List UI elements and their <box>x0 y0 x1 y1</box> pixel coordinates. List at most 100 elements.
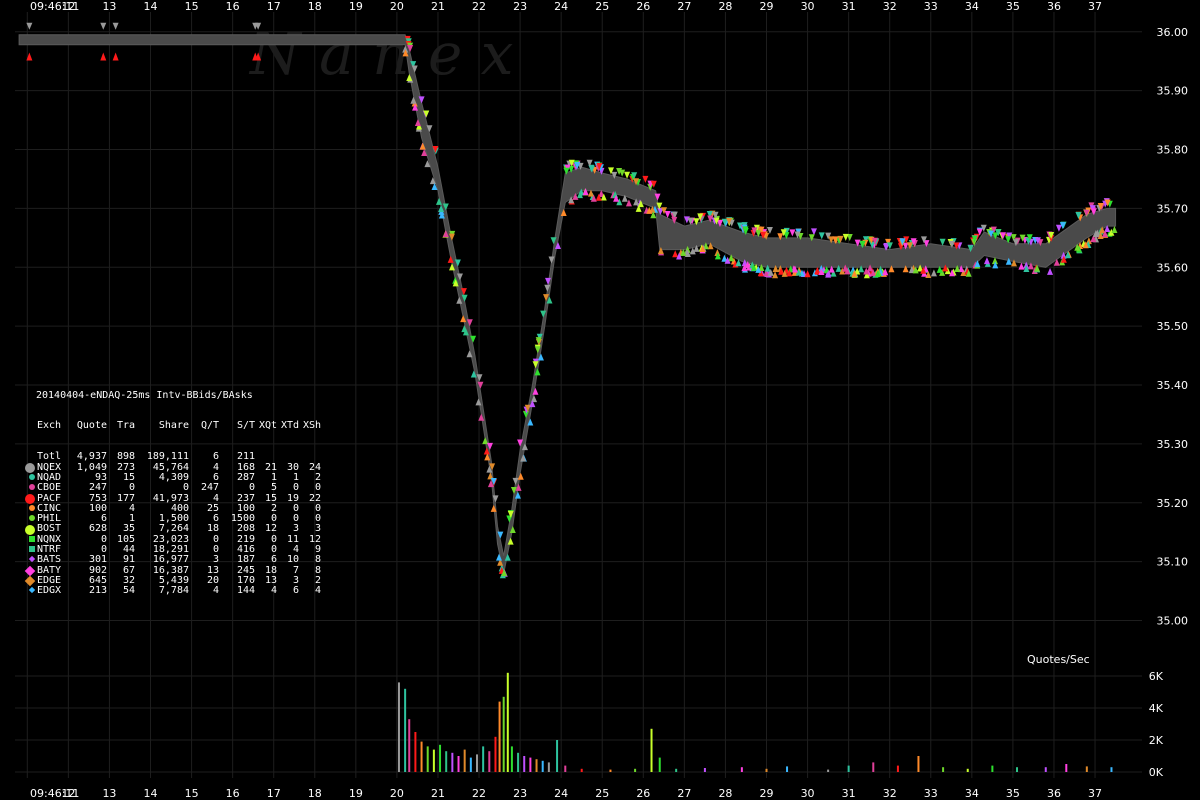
volume-bar <box>872 762 875 772</box>
volume-bar <box>765 768 768 772</box>
volume-tick-label: 2K <box>1149 734 1164 747</box>
x-tick-label: 27 <box>677 0 691 13</box>
header-exch: Exch <box>37 420 62 432</box>
x-tick-label: 20 <box>390 0 404 13</box>
volume-bar <box>609 769 612 772</box>
volume-bar <box>564 765 567 772</box>
x-tick-label: 17 <box>267 787 281 800</box>
volume-bar <box>535 759 538 772</box>
circle-marker-icon <box>25 473 35 483</box>
x-tick-label: 16 <box>226 787 240 800</box>
x-tick-label: 37 <box>1088 0 1102 13</box>
volume-bar <box>847 765 850 772</box>
blank-marker <box>25 453 35 463</box>
cell-q: 213 <box>88 585 107 597</box>
x-tick-label: 29 <box>760 787 774 800</box>
header-xqt: XQt <box>258 420 277 432</box>
square-marker-icon <box>25 545 35 555</box>
volume-bar <box>556 740 559 772</box>
x-tick-label: 21 <box>431 787 445 800</box>
volume-bar <box>650 728 653 772</box>
bid-marker <box>983 257 990 265</box>
volume-bar <box>510 746 513 772</box>
x-tick-label: 31 <box>842 787 856 800</box>
volume-bar <box>494 736 497 772</box>
table-title: 20140404-eNDAQ-25ms Intv-BBids/BAsks <box>36 389 253 401</box>
diamond-marker-icon <box>24 575 36 587</box>
x-tick-label: 36 <box>1047 787 1061 800</box>
x-tick-label: 15 <box>185 787 199 800</box>
volume-bar <box>529 757 532 772</box>
x-tick-label: 17 <box>267 0 281 13</box>
volume-bar <box>991 765 994 772</box>
x-tick-label: 27 <box>677 787 691 800</box>
cell-qt: 4 <box>212 585 219 597</box>
volume-bar <box>498 701 501 772</box>
x-tick-label: 20 <box>390 787 404 800</box>
volume-bar <box>942 767 945 772</box>
y-tick-labels: 36.00 35.90 35.80 35.70 35.60 35.50 35.40 35.30… <box>1157 26 1189 628</box>
x-tick-label: 13 <box>102 787 116 800</box>
volume-bar <box>475 754 478 772</box>
ask-marker <box>818 232 825 240</box>
x-tick-label: 37 <box>1088 787 1102 800</box>
cell-s: 7,784 <box>158 585 189 597</box>
volume-bar <box>502 696 505 772</box>
cell-ex: EDGX <box>37 585 62 597</box>
ask-marker <box>624 171 631 179</box>
x-tick-label: 32 <box>883 787 897 800</box>
volume-tick-labels: 6K 4K 2K 0K <box>1149 670 1164 779</box>
x-tick-label: 12 <box>61 0 75 13</box>
header-share: Share <box>158 420 189 432</box>
x-tick-label: 33 <box>924 787 938 800</box>
x-tick-label: 12 <box>61 787 75 800</box>
cell-x2: 6 <box>292 585 299 597</box>
x-tick-label: 26 <box>636 787 650 800</box>
ask-marker <box>789 229 796 237</box>
x-tick-label: 18 <box>308 787 322 800</box>
x-tick-labels-top: 09:46:1112 13 14 15 16 17 18 19 20 21 22 23 24 25 26 27… <box>30 0 1102 13</box>
x-tick-label: 23 <box>513 0 527 13</box>
volume-bar <box>482 746 485 772</box>
bid-marker <box>112 52 119 61</box>
ask-marker <box>112 22 119 30</box>
volume-bar <box>786 766 789 772</box>
table-header: Exch Quote Tra Share Q/T S/T XQt XTd XSh <box>25 420 321 432</box>
y-tick-label: 35.00 <box>1157 615 1189 628</box>
volume-bar <box>1065 764 1068 772</box>
quotes-per-sec-bars <box>397 672 1113 772</box>
volume-bar <box>397 682 400 772</box>
quotes-per-sec-title: Quotes/Sec <box>1027 653 1090 666</box>
volume-bar <box>432 749 435 772</box>
volume-bar <box>675 768 678 772</box>
bid-marker <box>1111 225 1118 233</box>
volume-bar <box>517 752 520 772</box>
volume-bar <box>469 757 472 772</box>
y-tick-label: 35.10 <box>1157 556 1189 569</box>
cell-st: 144 <box>236 585 255 597</box>
volume-bar <box>426 746 429 772</box>
table-body: Totl 4,937 898 189,111 6 211 NQEX 1,049 273 45,76… <box>24 452 321 597</box>
x-tick-label: 16 <box>226 0 240 13</box>
volume-tick-label: 0K <box>1149 766 1164 779</box>
exchange-stats-table: 20140404-eNDAQ-25ms Intv-BBids/BAsks Exc… <box>24 370 321 607</box>
x-tick-label: 13 <box>102 0 116 13</box>
x-tick-label: 25 <box>595 0 609 13</box>
x-tick-label: 26 <box>636 0 650 13</box>
cell-s: 4,309 <box>158 471 189 483</box>
volume-bar <box>703 768 706 772</box>
volume-bar <box>827 769 830 772</box>
volume-bar <box>547 762 550 772</box>
volume-bar <box>451 752 454 772</box>
x-tick-label: 35 <box>1006 0 1020 13</box>
x-tick-label: 28 <box>718 0 732 13</box>
header-st: S/T <box>236 420 255 432</box>
header-quote: Quote <box>76 420 107 432</box>
x-tick-label: 24 <box>554 0 568 13</box>
header-tra: Tra <box>116 420 135 432</box>
circle-marker-icon <box>25 483 35 493</box>
table-row: EDGX 213 54 7,784 4 144 4 6 4 <box>25 585 321 597</box>
bid-marker <box>930 269 937 277</box>
volume-bar <box>740 767 743 772</box>
x-tick-label: 22 <box>472 0 486 13</box>
